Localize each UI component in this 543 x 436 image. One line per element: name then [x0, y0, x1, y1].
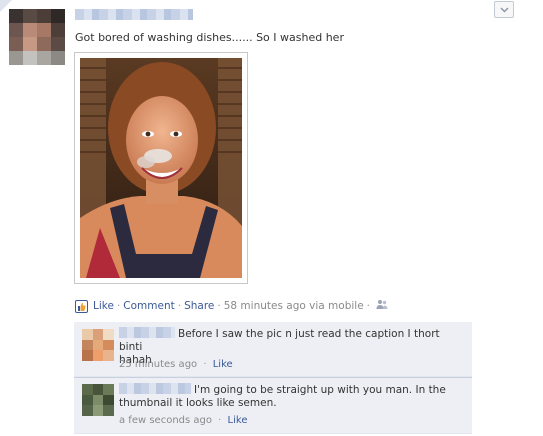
comment-timestamp[interactable]: a few seconds ago [119, 415, 212, 426]
separator: · [203, 359, 207, 370]
post-message: Got bored of washing dishes...... So I w… [75, 31, 344, 44]
comment-body: I'm going to be straight up with you man… [119, 383, 464, 410]
share-link[interactable]: Share [184, 300, 214, 312]
commenter-name-redacted[interactable] [119, 327, 175, 338]
separator: · [217, 300, 221, 312]
separator: · [218, 415, 222, 426]
author-name-redacted[interactable] [75, 9, 193, 20]
like-link[interactable]: Like [93, 300, 114, 312]
separator: · [366, 300, 370, 312]
chevron-down-icon [500, 7, 509, 13]
comment-like-link[interactable]: Like [213, 359, 233, 370]
comment-link[interactable]: Comment [123, 300, 174, 312]
comment-timestamp[interactable]: 25 minutes ago [119, 359, 197, 370]
comment-text-line: I'm going to be straight up with you man… [194, 384, 446, 396]
comment-item: Before I saw the pic n just read the cap… [74, 322, 472, 377]
post-menu-button[interactable] [494, 1, 514, 18]
post-timestamp[interactable]: 58 minutes ago via mobile [224, 300, 364, 312]
author-avatar[interactable] [9, 9, 65, 65]
commenter-avatar[interactable] [82, 329, 114, 361]
commenter-avatar[interactable] [82, 384, 114, 416]
comment-meta: 25 minutes ago · Like [119, 359, 233, 370]
post-action-bar: Like · Comment · Share · 58 minutes ago … [75, 298, 388, 314]
people-icon[interactable] [376, 299, 388, 313]
comment-text-line: thumbnail it looks like semen. [119, 397, 277, 409]
comment-meta: a few seconds ago · Like [119, 415, 247, 426]
like-thumb-icon[interactable] [75, 299, 88, 313]
commenter-name-redacted[interactable] [119, 383, 191, 394]
separator: · [177, 300, 182, 312]
post-photo[interactable] [74, 52, 248, 284]
photo-image [80, 58, 242, 278]
comment-like-link[interactable]: Like [228, 415, 248, 426]
comment-item: I'm going to be straight up with you man… [74, 378, 472, 434]
separator: · [116, 300, 121, 312]
